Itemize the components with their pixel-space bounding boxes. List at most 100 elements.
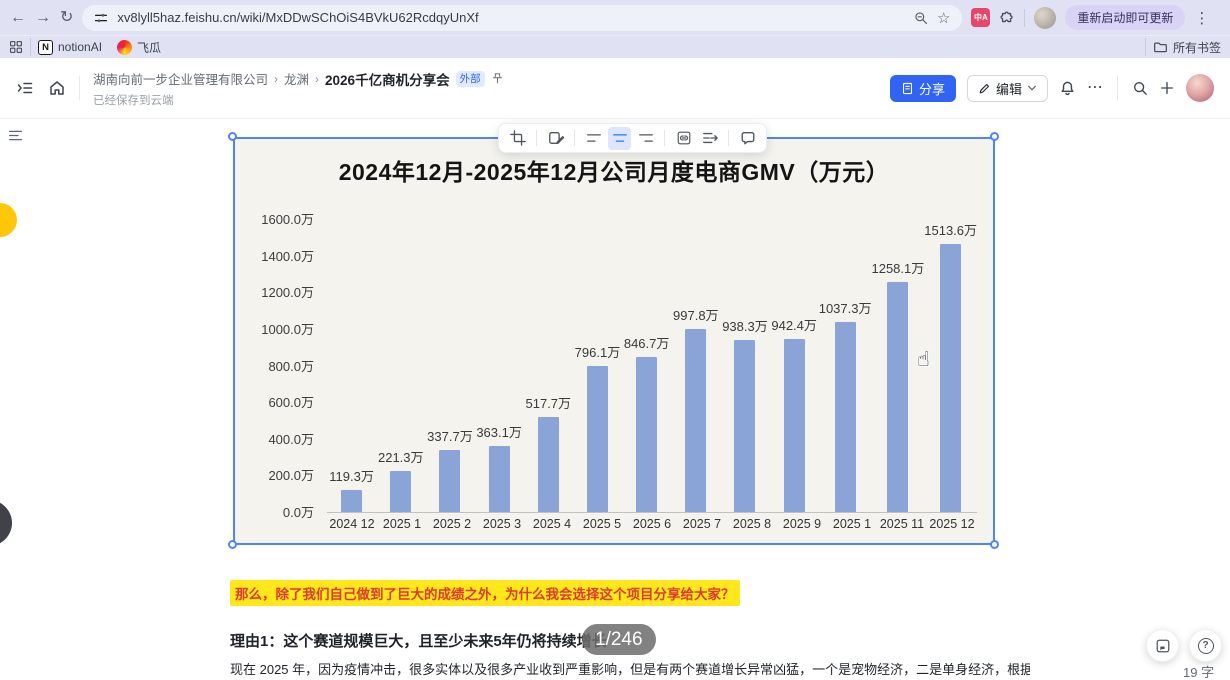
breadcrumb-separator: › [274,71,279,86]
toolbar-separator [664,130,665,146]
bar-value-label: 517.7万 [525,396,572,411]
browser-toolbar: ← → ↻ xv8lyll5haz.feishu.cn/wiki/MxDDwSC… [0,0,1230,35]
bookmark-star-icon[interactable]: ☆ [937,9,950,27]
bar [341,490,363,512]
reading-notes-button[interactable] [1146,629,1179,662]
search-icon[interactable] [1132,80,1148,96]
bar-cell: 337.7万 [425,220,474,512]
bookmark-label: notionAI [58,40,103,54]
directory-toggle-icon[interactable] [16,79,34,97]
x-tick-label: 2025 6 [632,517,672,531]
y-tick-label: 1600.0万 [261,212,314,227]
bar [537,417,559,512]
selection-handle-bottom-left[interactable] [228,540,237,549]
selection-handle-bottom-right[interactable] [990,540,999,549]
bar [390,471,412,512]
breadcrumb-separator: › [315,71,320,86]
help-button[interactable]: ? [1189,629,1222,662]
y-tick-label: 400.0万 [268,431,314,447]
bookmarks-divider [1144,38,1146,56]
x-tick-label: 2025 8 [732,517,772,531]
pin-icon[interactable] [491,72,504,85]
align-left-icon[interactable] [582,127,605,150]
notion-favicon: N [38,39,53,55]
comment-icon[interactable] [736,127,759,150]
x-tick-label: 2025 11 [879,517,925,531]
share-button[interactable]: 分享 [889,74,956,102]
highlighted-question[interactable]: 那么，除了我们自己做到了巨大的成绩之外，为什么我会选择这个项目分享给大家？ [230,580,740,606]
bar [734,340,756,512]
selection-handle-top-left[interactable] [228,132,237,141]
all-bookmarks-button[interactable]: 所有书签 [1153,39,1221,56]
toolbar-separator [536,130,537,146]
user-avatar[interactable] [1186,74,1214,102]
annotate-icon[interactable] [544,127,567,150]
edit-label: 编辑 [995,81,1022,97]
x-tick-label: 2025 1 [832,517,872,531]
edge-widget-dark[interactable] [0,500,12,546]
bookmark-item-notionai[interactable]: N notionAI [38,39,103,55]
browser-profile-avatar[interactable] [1034,6,1057,29]
bar-value-label: 1513.6万 [924,223,978,238]
bar-value-label: 363.1万 [476,425,522,440]
translate-extension-icon[interactable]: 中A [971,8,991,27]
browser-window: ← → ↻ xv8lyll5haz.feishu.cn/wiki/MxDDwSC… [0,0,1230,680]
more-menu-icon[interactable]: ⋯ [1087,80,1103,96]
back-icon[interactable]: ← [10,9,26,26]
align-center-icon[interactable] [608,126,631,150]
browser-menu-icon[interactable]: ⋮ [1194,9,1209,27]
bar-cell: 119.3万 [327,220,376,512]
toolbar-divider [1024,8,1026,27]
link-doc-icon[interactable] [672,127,695,150]
extract-icon[interactable] [698,127,721,150]
y-tick-label: 600.0万 [268,395,314,411]
bar-value-label: 938.3万 [722,319,768,334]
bar-cell: 997.8万 [671,220,720,512]
align-right-icon[interactable] [634,127,657,150]
pencil-icon [978,82,991,95]
feigua-favicon [117,39,133,55]
bookmarks-bar: N notionAI 飞瓜 所有书签 [0,35,1230,58]
help-icon: ? [1197,637,1214,654]
bar [586,366,608,512]
doc-title[interactable]: 2026千亿商机分享会 [325,69,450,89]
y-tick-label: 1200.0万 [261,285,314,301]
x-tick-label: 2025 5 [582,517,622,531]
breadcrumb-item-space[interactable]: 龙渊 [284,69,309,88]
bar-cell: 938.3万 [720,220,769,512]
home-icon[interactable] [48,79,66,97]
url-text[interactable]: xv8lyll5haz.feishu.cn/wiki/MxDDwSChOiS4B… [117,10,905,25]
bookmark-item-feigua[interactable]: 飞瓜 [117,39,161,56]
x-tick-label: 2025 4 [532,517,572,531]
edit-button[interactable]: 编辑 [966,74,1048,102]
address-bar[interactable]: xv8lyll5haz.feishu.cn/wiki/MxDDwSChOiS4B… [82,4,963,31]
notifications-bell-icon[interactable] [1059,80,1076,97]
x-tick-label: 2025 1 [382,517,422,531]
translate-glyph: 中A [974,13,988,22]
outline-toggle-icon[interactable] [8,128,23,143]
body-paragraph[interactable]: 现在 2025 年，因为疫情冲击，很多实体以及很多产业收到严重影响，但是有两个赛… [230,659,1030,678]
breadcrumb-item-company[interactable]: 湖南向前一步企业管理有限公司 [93,69,268,88]
zoom-icon[interactable] [914,11,928,25]
chart-image[interactable]: 2024年12月-2025年12月公司月度电商GMV（万元） 1600.0万 14… [233,137,995,545]
site-info-icon[interactable] [94,11,108,25]
forward-icon[interactable]: → [35,9,51,26]
extensions-puzzle-icon[interactable] [999,10,1015,26]
bar [439,450,461,512]
apps-grid-icon[interactable] [9,40,23,54]
edge-widget-yellow[interactable] [0,203,17,237]
x-tick-label: 2025 7 [682,517,722,531]
crop-icon[interactable] [506,127,529,150]
all-bookmarks-label: 所有书签 [1172,40,1221,55]
y-tick-label: 200.0万 [268,468,314,484]
create-new-icon[interactable] [1159,80,1175,96]
x-tick-label: 2025 12 [929,517,975,531]
save-status: 已经保存到云端 [93,94,174,107]
selection-handle-top-right[interactable] [990,132,999,141]
x-tick-label: 2025 2 [432,517,472,531]
share-label: 分享 [918,81,945,97]
reload-icon[interactable]: ↻ [60,9,73,26]
reason-heading[interactable]: 理由1：这个赛道规模巨大，且至少未来5年仍将持续增长 [230,630,607,651]
update-chip-button[interactable]: 重新启动即可更新 [1065,5,1186,30]
chevron-down-icon [1027,83,1037,93]
